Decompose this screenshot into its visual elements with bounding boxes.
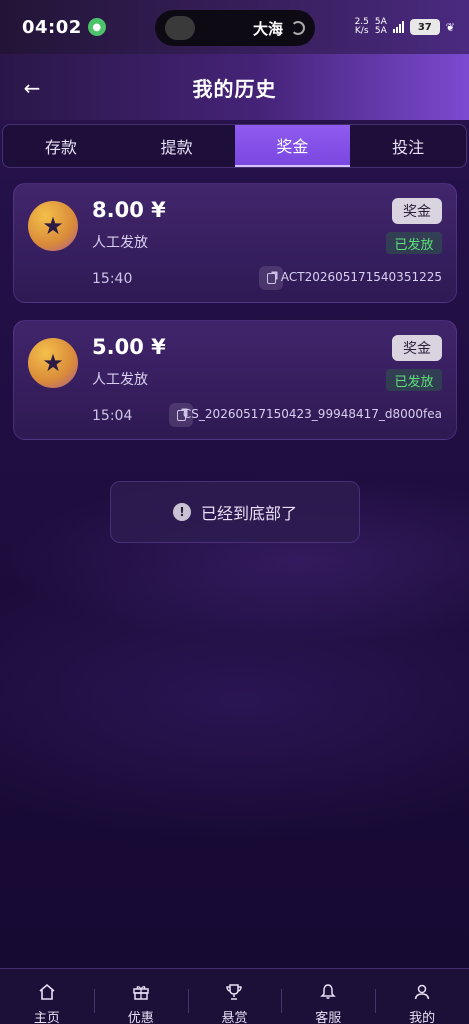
app-header: ← 我的历史 <box>0 54 469 120</box>
record-status-badge: 已发放 <box>386 369 442 391</box>
history-tabs: 存款 提款 奖金 投注 <box>2 124 467 168</box>
bell-icon <box>319 983 337 1001</box>
exclamation-icon: ! <box>172 503 191 521</box>
nav-promotions[interactable]: 优惠 <box>93 969 188 1024</box>
nav-profile[interactable]: 我的 <box>375 969 469 1024</box>
arrow-left-icon: ← <box>23 76 41 100</box>
record-time: 15:04 <box>92 408 133 424</box>
nav-support-label: 客服 <box>315 1011 342 1024</box>
nav-rewards[interactable]: 悬赏 <box>187 969 282 1024</box>
record-order-id: CS_20260517150423_99948417_d8000fea <box>182 407 442 421</box>
record-amount: 5.00 ¥ <box>92 335 166 359</box>
trophy-icon <box>225 983 243 1001</box>
record-card: ★ 8.00 ¥ 人工发放 15:40 奖金 已发放 ACT2026051715… <box>13 183 457 303</box>
music-thumbnail <box>165 16 195 40</box>
bottom-navigation: 主页 优惠 悬赏 客服 我的 <box>0 968 469 1024</box>
sim-labels: 5A 5A <box>374 17 387 36</box>
nav-support[interactable]: 客服 <box>281 969 375 1024</box>
battery-icon: 37 <box>409 19 440 35</box>
tab-withdraw[interactable]: 提款 <box>119 125 235 167</box>
status-time: 04:02 <box>22 16 82 38</box>
network-rate: 2.5 K/s <box>354 17 369 36</box>
record-method: 人工发放 <box>92 235 148 251</box>
status-bar: 04:02 ● 大海 2.5 K/s 5A 5A 37 ❦ <box>0 0 469 54</box>
gift-icon <box>132 983 150 1001</box>
page-title: 我的历史 <box>192 76 277 101</box>
end-of-list-notice: ! 已经到底部了 <box>110 481 360 543</box>
nav-home[interactable]: 主页 <box>0 969 94 1024</box>
record-status-badge: 已发放 <box>386 232 442 254</box>
record-method: 人工发放 <box>92 372 148 388</box>
record-time: 15:40 <box>92 271 133 287</box>
home-icon <box>38 983 56 1001</box>
wechat-notification-icon: ● <box>87 18 106 36</box>
record-card: ★ 5.00 ¥ 人工发放 15:04 奖金 已发放 CS_2026051715… <box>13 320 457 440</box>
tab-bets[interactable]: 投注 <box>350 125 466 167</box>
tab-bonus[interactable]: 奖金 <box>234 125 351 167</box>
nav-profile-label: 我的 <box>409 1011 436 1024</box>
record-type-badge: 奖金 <box>392 335 442 361</box>
dynamic-island[interactable]: 大海 <box>155 10 315 46</box>
tab-deposit[interactable]: 存款 <box>3 125 119 167</box>
system-indicators: 2.5 K/s 5A 5A 37 ❦ <box>355 18 455 36</box>
nav-rewards-label: 悬赏 <box>221 1011 248 1024</box>
record-order-id: ACT202605171540351225 <box>280 270 442 284</box>
back-button[interactable]: ← <box>18 74 46 102</box>
end-of-list-text: 已经到底部了 <box>200 504 297 523</box>
user-icon <box>413 983 431 1001</box>
nav-promotions-label: 优惠 <box>127 1011 154 1024</box>
copy-icon[interactable] <box>259 266 283 290</box>
record-type-badge: 奖金 <box>392 198 442 224</box>
signal-icon <box>392 21 404 33</box>
progress-ring-icon <box>291 21 305 35</box>
leaf-icon: ❦ <box>445 20 455 34</box>
star-icon: ★ <box>28 338 78 388</box>
nav-home-label: 主页 <box>33 1011 60 1024</box>
island-text: 大海 <box>252 19 283 38</box>
star-icon: ★ <box>28 201 78 251</box>
record-amount: 8.00 ¥ <box>92 198 166 222</box>
